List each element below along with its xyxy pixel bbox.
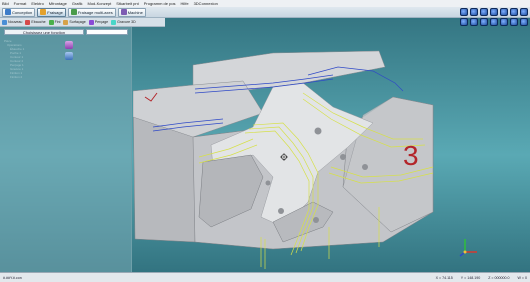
view-fit-icon[interactable]: [510, 18, 518, 26]
menu-item-montage[interactable]: Mfrontage: [49, 1, 67, 6]
view-iso-icon[interactable]: [490, 8, 498, 16]
menu-item-konzept[interactable]: Mod-Konzept: [87, 1, 111, 6]
status-y: Y = 148.190: [460, 275, 481, 280]
finishing-icon: [48, 19, 54, 25]
view-shade-icon[interactable]: [490, 18, 498, 26]
engraved-number: 3: [403, 140, 419, 171]
view-section-icon[interactable]: [520, 18, 528, 26]
axis-triad: [459, 239, 477, 257]
menu-item-format[interactable]: Format: [14, 1, 27, 6]
menu-item-elektro[interactable]: Elektro: [31, 1, 43, 6]
subtool-fini[interactable]: Fini: [48, 19, 60, 25]
menu-item-bild[interactable]: Bild: [2, 1, 9, 6]
tab-fraisage-multi-axes[interactable]: Fraisage multi-axes: [67, 7, 116, 17]
machine-icon: [120, 9, 127, 15]
function-search-input[interactable]: [86, 29, 128, 35]
status-w: W = 0: [517, 275, 528, 280]
hole: [362, 164, 368, 170]
view-zoom-icon[interactable]: [500, 8, 508, 16]
hole: [265, 180, 271, 186]
view-rotate-icon[interactable]: [520, 8, 528, 16]
view-pan-icon[interactable]: [510, 8, 518, 16]
status-message: #.##Y.#.con: [3, 275, 22, 280]
menu-bar: Bild Format Elektro Mfrontage Grafik Mod…: [0, 0, 530, 7]
tree-item[interactable]: Finition 2: [4, 75, 60, 79]
operation-tree: Pièce Opérations Ébauche 1 Poche 1 Conto…: [4, 39, 60, 79]
subtool-surfacage[interactable]: Surfaçage: [63, 19, 86, 25]
subtool-percage[interactable]: Perçage: [88, 19, 108, 25]
status-z: Z = 000000.0: [488, 275, 510, 280]
status-bar: #.##Y.#.con X = 74.115 Y = 148.190 Z = 0…: [0, 272, 530, 282]
panel-tool-icons: [65, 41, 73, 60]
module-toolbar: Conception Fraisage Fraisage multi-axes …: [0, 7, 530, 18]
hole: [340, 154, 346, 160]
3d-viewport[interactable]: 3: [133, 27, 463, 272]
facing-icon: [63, 19, 69, 25]
subtool-gravure[interactable]: Gravure 3D: [111, 19, 136, 25]
engraving-icon: [111, 19, 117, 25]
menu-item-programm[interactable]: Programm de pos: [144, 1, 176, 6]
view-back-icon[interactable]: [470, 18, 478, 26]
tab-machine[interactable]: Machine: [117, 7, 146, 17]
operations-panel: Choisissez une fonction Pièce Opérations…: [0, 27, 132, 272]
menu-item-grafik[interactable]: Grafik: [72, 1, 83, 6]
view-front-icon[interactable]: [460, 8, 468, 16]
hole: [314, 127, 322, 135]
roughing-icon: [25, 19, 31, 25]
tab-conception[interactable]: Conception: [2, 7, 36, 17]
cam-application-window: Bild Format Elektro Mfrontage Grafik Mod…: [0, 0, 530, 282]
subtool-ebauche[interactable]: Ebauche: [25, 19, 46, 25]
view-top-icon[interactable]: [470, 8, 478, 16]
status-x: X = 74.115: [435, 275, 453, 280]
view-left-icon[interactable]: [460, 18, 468, 26]
view-bottom-icon[interactable]: [480, 18, 488, 26]
tool-drill-icon[interactable]: [65, 52, 73, 60]
new-icon: [2, 19, 7, 25]
design-icon: [5, 9, 11, 15]
tab-fraisage[interactable]: Fraisage: [37, 7, 66, 17]
menu-item-3dconnexion[interactable]: 3DConnexion: [194, 1, 218, 6]
drilling-icon: [88, 19, 94, 25]
function-selector[interactable]: Choisissez une fonction: [4, 29, 84, 35]
hole: [313, 217, 319, 223]
milling-icon: [40, 9, 47, 15]
hole: [278, 208, 284, 214]
operation-subtoolbar: Nouveau Ebauche Fini Surfaçage Perçage G…: [0, 18, 165, 27]
view-controls: [460, 8, 528, 26]
view-right-icon[interactable]: [480, 8, 488, 16]
multiaxis-icon: [70, 9, 77, 15]
subtool-nouveau[interactable]: Nouveau: [2, 19, 22, 25]
menu-item-hilfe[interactable]: Hilfe: [181, 1, 189, 6]
tool-add-icon[interactable]: [65, 41, 73, 49]
view-wire-icon[interactable]: [500, 18, 508, 26]
menu-item-arbeit[interactable]: Stkarbeit pnt: [116, 1, 138, 6]
